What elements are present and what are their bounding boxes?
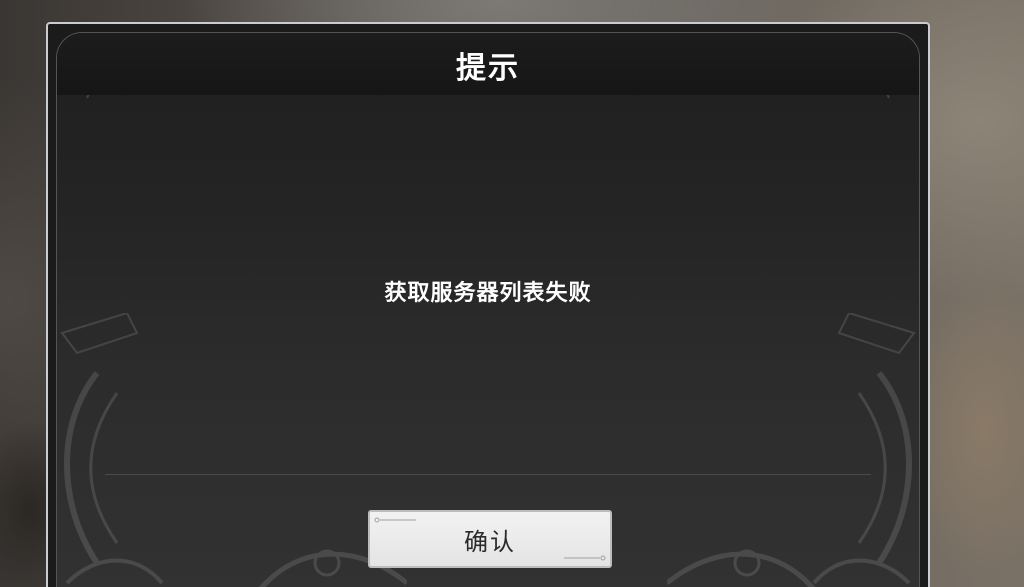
divider [105, 474, 871, 475]
ornament-scroll-icon [812, 313, 916, 585]
dialog-panel: 提示 获取服务器列表失败 确认 [56, 32, 920, 587]
ornament-scroll-icon [667, 549, 816, 587]
game-scene-background: 提示 获取服务器列表失败 确认 [0, 0, 1024, 587]
button-corner-deco-icon [374, 517, 416, 523]
dialog-title-bar: 提示 [57, 33, 919, 95]
confirm-button-label: 确认 [464, 527, 516, 556]
confirm-button[interactable]: 确认 [368, 510, 612, 568]
alert-dialog: 提示 获取服务器列表失败 确认 [46, 22, 930, 587]
ornament-scroll-icon [60, 313, 164, 585]
button-corner-deco-icon [564, 555, 606, 561]
dialog-title: 提示 [456, 51, 520, 86]
dialog-message: 获取服务器列表失败 [384, 281, 592, 306]
